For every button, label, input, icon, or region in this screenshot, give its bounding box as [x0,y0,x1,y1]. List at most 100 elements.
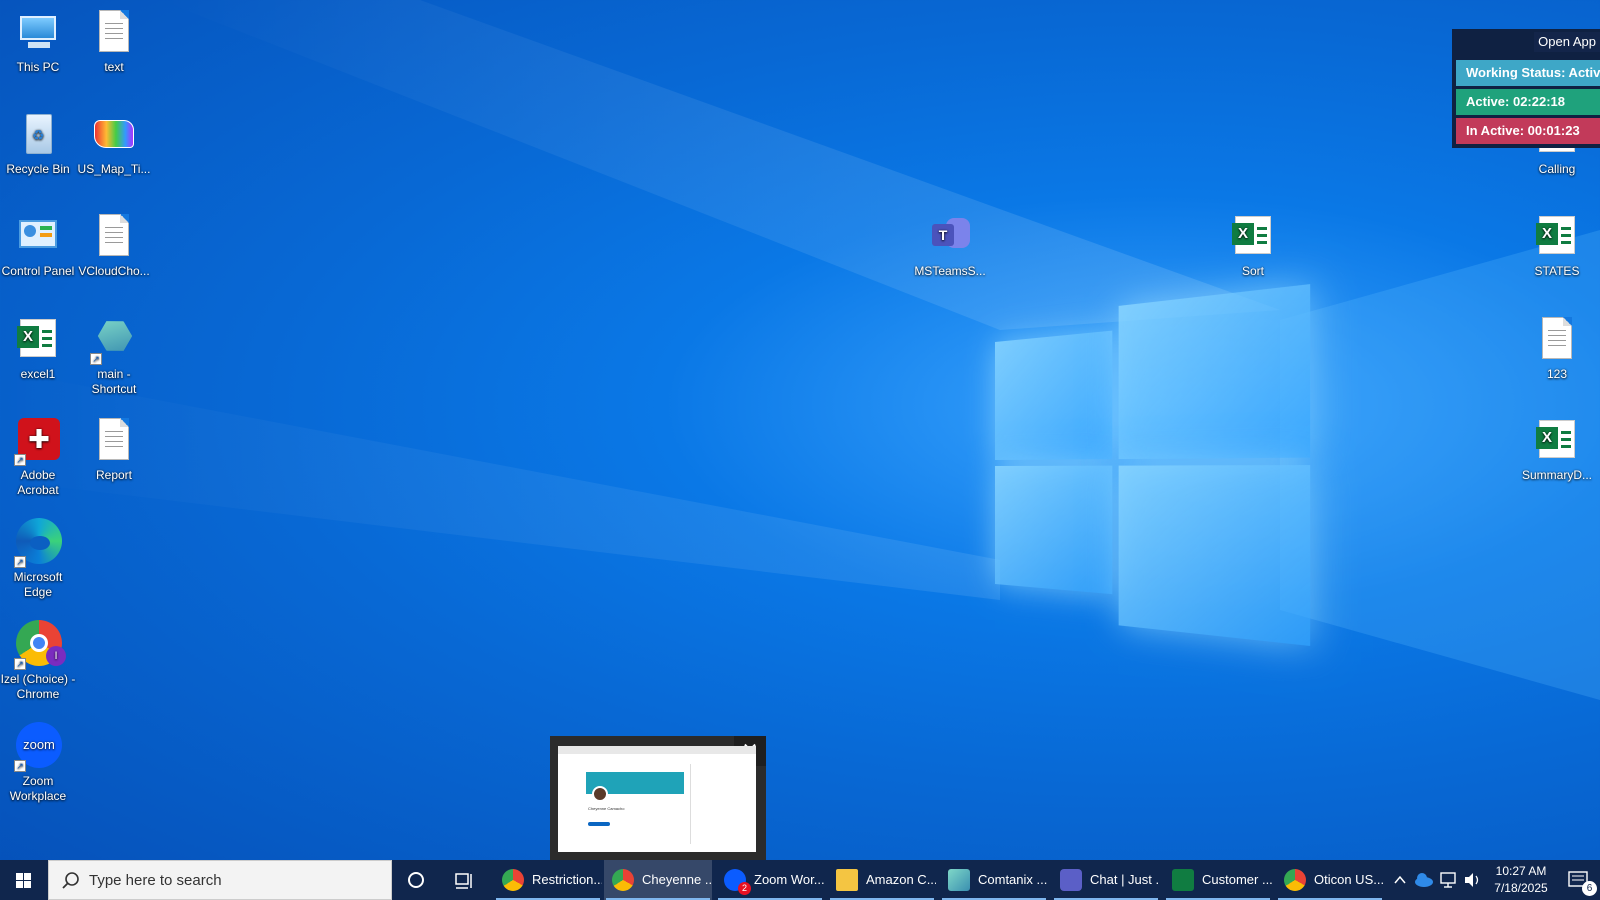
shortcut-arrow-icon: ↗ [90,353,102,365]
desktop-icon-vcloud[interactable]: VCloudCho... [76,212,152,279]
onedrive-icon [1415,873,1433,887]
taskbar-app-zoom[interactable]: 2 Zoom Wor... [716,860,824,900]
desktop-icon-control-panel[interactable]: Control Panel [0,212,76,279]
wallpaper-beams [0,0,1600,700]
inactive-time-row: In Active: 00:01:23 [1456,118,1600,144]
this-pc-icon [14,8,62,56]
app-label: Customer ... [1202,872,1272,887]
cortana-icon [408,872,424,888]
icon-label: Zoom Workplace [9,774,67,803]
desktop-icon-excel1[interactable]: X excel1 [0,315,76,382]
excel-file-icon: X [1229,212,1277,260]
volume-icon [1465,873,1479,887]
icon-label: main - Shortcut [91,367,137,396]
clock[interactable]: 10:27 AM 7/18/2025 [1486,860,1556,900]
map-image-icon [90,110,138,158]
working-status-row: Working Status: Active [1456,60,1600,86]
zoom-notification-badge: 2 [738,882,751,895]
icon-label: Report [95,468,133,482]
clock-date: 7/18/2025 [1494,881,1548,895]
edge-icon: ↗ [14,518,62,568]
desktop-icon-us-map[interactable]: US_Map_Ti... [76,110,152,177]
icon-label: MSTeamsS... [914,264,986,278]
windows-start-icon [16,873,31,888]
notification-count-badge: 6 [1582,881,1597,896]
file-explorer-icon [836,869,858,891]
volume-tray[interactable] [1460,860,1484,900]
desktop-icon-zoom[interactable]: zoom ↗ Zoom Workplace [0,722,76,804]
icon-label: This PC [16,60,60,74]
text-file-icon [90,8,138,56]
search-icon [62,872,79,889]
task-view-icon [455,873,472,889]
desktop-icon-text[interactable]: text [76,8,152,75]
shortcut-arrow-icon: ↗ [14,556,26,568]
cortana-button[interactable] [392,860,440,900]
shortcut-arrow-icon: ↗ [14,454,26,466]
adobe-acrobat-icon: ✚ ↗ [14,416,62,466]
desktop-icon-main-shortcut[interactable]: ↗ main - Shortcut [76,315,152,397]
desktop-icon-summary[interactable]: X SummaryD... [1519,416,1595,483]
taskbar-app-cheyenne[interactable]: Cheyenne ... [604,860,712,900]
taskbar-search-box[interactable]: Type here to search [48,860,392,900]
app-label: Restriction... [532,872,602,887]
text-file-icon [90,416,138,464]
icon-label: Control Panel [1,264,75,278]
onedrive-tray[interactable] [1412,860,1436,900]
taskbar-app-oticon[interactable]: Oticon US... [1276,860,1384,900]
icon-label: VCloudCho... [78,264,150,278]
icon-label: excel1 [20,367,56,381]
teams-icon: T [926,212,974,260]
open-app-button[interactable]: Open App [1534,32,1600,52]
windows-logo-wallpaper [995,284,1313,656]
icon-label: STATES [1534,264,1580,278]
icon-label: Adobe Acrobat [17,468,59,497]
chrome-icon: I ↗ [14,620,66,670]
network-tray[interactable] [1436,860,1460,900]
desktop-icon-sort[interactable]: X Sort [1215,212,1291,279]
desktop-icon-states[interactable]: X STATES [1519,212,1595,279]
taskbar-app-amazon[interactable]: Amazon C... [828,860,936,900]
desktop-icon-msteams[interactable]: T MSTeamsS... [912,212,988,279]
comtanix-icon [948,869,970,891]
icon-label: Izel (Choice) - Chrome [0,672,76,701]
taskbar-app-customer-excel[interactable]: Customer ... [1164,860,1272,900]
excel-icon [1172,869,1194,891]
desktop-icon-recycle-bin[interactable]: ♻ Recycle Bin [0,110,76,177]
taskbar-app-teams-chat[interactable]: Chat | Just ... [1052,860,1160,900]
icon-label: Microsoft Edge [13,570,63,599]
shortcut-arrow-icon: ↗ [14,760,26,772]
icon-label: 123 [1546,367,1568,381]
task-view-button[interactable] [440,860,488,900]
zoom-icon: zoom ↗ [14,722,62,772]
action-center-button[interactable]: 6 [1558,860,1600,900]
start-button[interactable] [0,860,48,900]
chrome-icon [612,869,634,891]
app-label: Amazon C... [866,872,936,887]
control-panel-icon [14,212,62,260]
desktop-icon-report[interactable]: Report [76,416,152,483]
taskbar-thumbnail-preview[interactable]: ✕ Cheyenne Camacho [550,736,766,860]
recycle-bin-icon: ♻ [14,110,62,158]
icon-label: Recycle Bin [6,162,70,176]
active-time-row: Active: 02:22:18 [1456,89,1600,115]
text-file-icon [1533,315,1581,363]
desktop-icon-adobe-acrobat[interactable]: ✚ ↗ Adobe Acrobat [0,416,76,498]
chrome-icon [1284,869,1306,891]
icon-label: US_Map_Ti... [77,162,151,176]
text-file-icon [90,212,138,260]
shortcut-arrow-icon: ↗ [14,658,26,670]
excel-file-icon: X [1533,416,1581,464]
desktop-icon-chrome-izel[interactable]: I ↗ Izel (Choice) - Chrome [0,620,76,702]
taskbar-app-restriction[interactable]: Restriction... [494,860,602,900]
show-hidden-icons-button[interactable] [1388,860,1412,900]
taskbar: Type here to search Restriction... Cheye… [0,860,1600,900]
chrome-icon [502,869,524,891]
taskbar-app-comtanix[interactable]: Comtanix ... [940,860,1048,900]
icon-label: Calling [1538,162,1576,176]
desktop-icon-123[interactable]: 123 [1519,315,1595,382]
app-label: Chat | Just ... [1090,872,1160,887]
desktop-icon-edge[interactable]: ↗ Microsoft Edge [0,518,76,600]
teams-icon [1060,869,1082,891]
desktop-icon-this-pc[interactable]: This PC [0,8,76,75]
